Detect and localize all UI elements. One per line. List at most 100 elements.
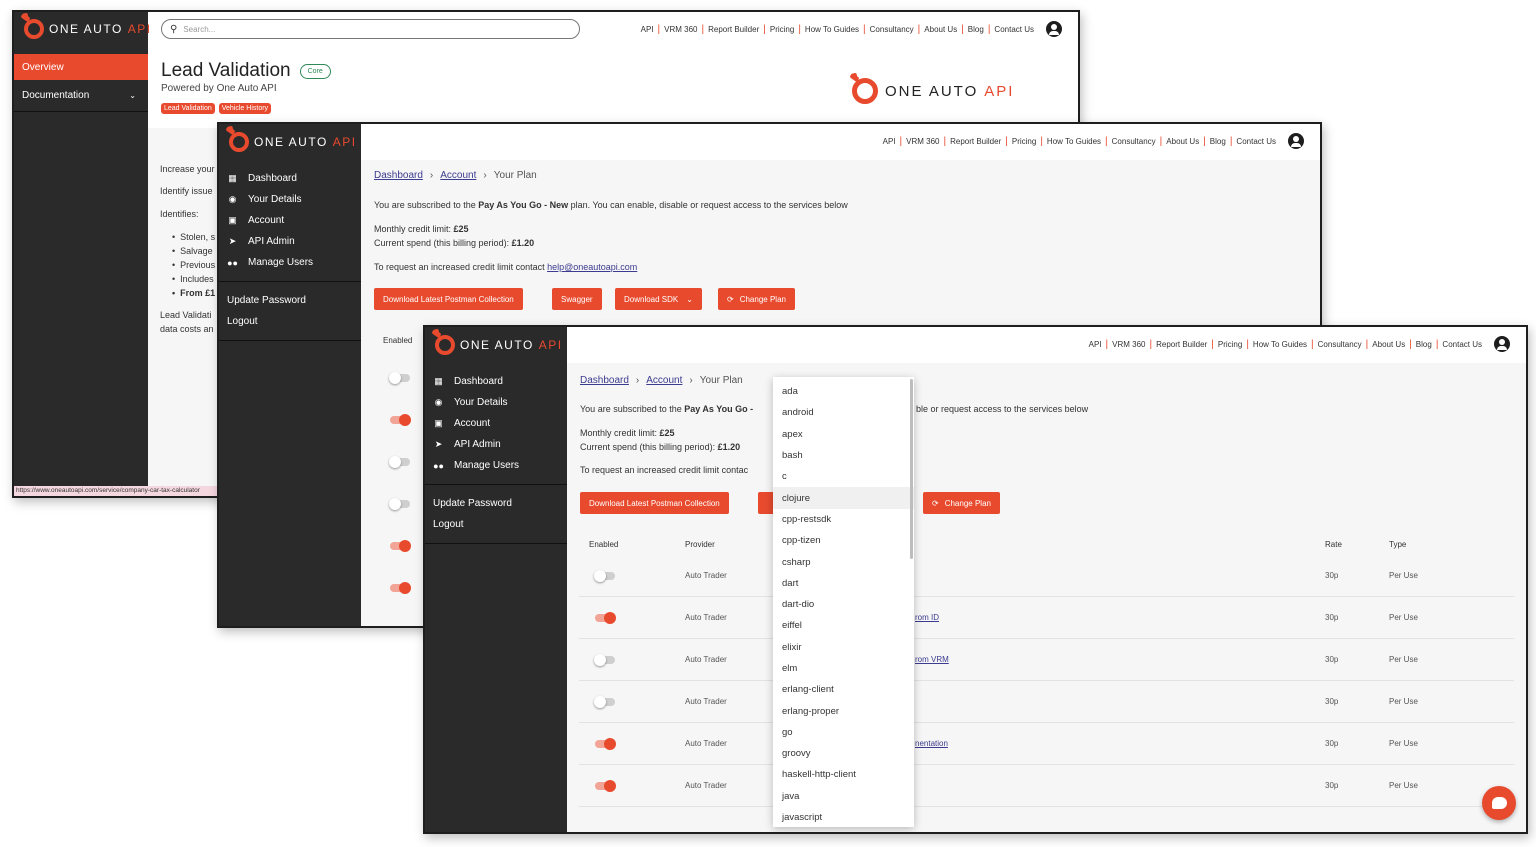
- nav-link-contact-us[interactable]: Contact Us: [1232, 137, 1280, 146]
- sidebar-item-dashboard[interactable]: ▦ Dashboard: [219, 168, 361, 189]
- account-icon[interactable]: [1288, 133, 1304, 149]
- nav-link-how-to-guides[interactable]: How To Guides: [1249, 340, 1311, 349]
- nav-link-api[interactable]: API: [637, 25, 658, 34]
- nav-link-blog[interactable]: Blog: [1206, 137, 1230, 146]
- sdk-option-apex[interactable]: apex: [773, 424, 914, 445]
- sdk-option-haskell-http-client[interactable]: haskell-http-client: [773, 764, 914, 785]
- breadcrumb-account[interactable]: Account: [440, 170, 476, 181]
- download-postman-button[interactable]: Download Latest Postman Collection: [580, 492, 729, 514]
- chat-button[interactable]: [1482, 786, 1516, 820]
- nav-link-report-builder[interactable]: Report Builder: [704, 25, 763, 34]
- nav-link-report-builder[interactable]: Report Builder: [946, 137, 1005, 146]
- nav-link-consultancy[interactable]: Consultancy: [1108, 137, 1160, 146]
- sidebar-item-account[interactable]: ▣ Account: [425, 413, 567, 434]
- nav-link-pricing[interactable]: Pricing: [1214, 340, 1246, 349]
- nav-link-contact-us[interactable]: Contact Us: [990, 25, 1038, 34]
- sidebar-item-logout[interactable]: Logout: [219, 311, 361, 332]
- sidebar-item-api-admin[interactable]: ➤ API Admin: [219, 231, 361, 252]
- nav-link-about-us[interactable]: About Us: [920, 25, 961, 34]
- sidebar-item-your-details[interactable]: ◉ Your Details: [425, 392, 567, 413]
- service-toggle[interactable]: [594, 654, 615, 666]
- sdk-option-cpp-tizen[interactable]: cpp-tizen: [773, 530, 914, 551]
- service-toggle[interactable]: [389, 372, 410, 384]
- sidebar-item-manage-users[interactable]: ●● Manage Users: [219, 252, 361, 273]
- service-toggle[interactable]: [595, 780, 616, 792]
- sidebar-item-your-details[interactable]: ◉ Your Details: [219, 189, 361, 210]
- help-email-link[interactable]: help@oneautoapi.com: [547, 262, 637, 272]
- nav-link-how-to-guides[interactable]: How To Guides: [801, 25, 863, 34]
- sdk-option-go[interactable]: go: [773, 722, 914, 743]
- nav-link-about-us[interactable]: About Us: [1162, 137, 1203, 146]
- breadcrumb-account[interactable]: Account: [646, 375, 682, 386]
- sidebar-item-manage-users[interactable]: ●● Manage Users: [425, 455, 567, 476]
- nav-link-api[interactable]: API: [1085, 340, 1106, 349]
- service-toggle[interactable]: [390, 540, 411, 552]
- change-plan-button[interactable]: ⟳ Change Plan: [718, 288, 795, 310]
- service-toggle[interactable]: [390, 414, 411, 426]
- service-toggle[interactable]: [595, 738, 616, 750]
- service-link[interactable]: rom VRM: [915, 655, 949, 664]
- sdk-option-groovy[interactable]: groovy: [773, 743, 914, 764]
- sidebar-item-account[interactable]: ▣ Account: [219, 210, 361, 231]
- sdk-option-android[interactable]: android: [773, 402, 914, 423]
- sidebar-item-logout[interactable]: Logout: [425, 514, 567, 535]
- account-icon[interactable]: [1046, 21, 1062, 37]
- nav-link-consultancy[interactable]: Consultancy: [866, 25, 918, 34]
- service-link[interactable]: rom ID: [915, 613, 939, 622]
- service-toggle[interactable]: [390, 582, 411, 594]
- service-toggle[interactable]: [594, 696, 615, 708]
- breadcrumb-dashboard[interactable]: Dashboard: [374, 170, 423, 181]
- nav-link-vrm360[interactable]: VRM 360: [902, 137, 943, 146]
- sdk-option-cpp-restsdk[interactable]: cpp-restsdk: [773, 509, 914, 530]
- download-postman-button[interactable]: Download Latest Postman Collection: [374, 288, 523, 310]
- sdk-option-elixir[interactable]: elixir: [773, 637, 914, 658]
- sdk-option-c[interactable]: c: [773, 466, 914, 487]
- sidebar-item-dashboard[interactable]: ▦ Dashboard: [425, 371, 567, 392]
- sidebar-item-update-password[interactable]: Update Password: [219, 290, 361, 311]
- nav-link-blog[interactable]: Blog: [1412, 340, 1436, 349]
- tag-vehicle-history[interactable]: Vehicle History: [218, 103, 272, 114]
- sdk-option-java[interactable]: java: [773, 786, 914, 807]
- search-box[interactable]: ⚲ Search...: [161, 19, 580, 39]
- nav-link-consultancy[interactable]: Consultancy: [1314, 340, 1366, 349]
- service-toggle[interactable]: [389, 498, 410, 510]
- sdk-option-ada[interactable]: ada: [773, 381, 914, 402]
- sidebar-item-update-password[interactable]: Update Password: [425, 493, 567, 514]
- service-link[interactable]: nentation: [915, 739, 948, 748]
- sdk-option-clojure[interactable]: clojure: [773, 487, 914, 509]
- nav-link-api[interactable]: API: [879, 137, 900, 146]
- nav-link-about-us[interactable]: About Us: [1368, 340, 1409, 349]
- sdk-option-dart[interactable]: dart: [773, 573, 914, 594]
- sdk-option-erlang-proper[interactable]: erlang-proper: [773, 700, 914, 721]
- service-toggle[interactable]: [389, 456, 410, 468]
- search-input[interactable]: Search...: [183, 25, 215, 34]
- sdk-language-dropdown[interactable]: ada android apex bash c clojure cpp-restsdk cpp…: [773, 377, 914, 827]
- sidebar-item-api-admin[interactable]: ➤ API Admin: [425, 434, 567, 455]
- sdk-option-javascript[interactable]: javascript: [773, 807, 914, 827]
- breadcrumb-dashboard[interactable]: Dashboard: [580, 375, 629, 386]
- swagger-button[interactable]: Swagger: [552, 288, 602, 310]
- nav-link-vrm360[interactable]: VRM 360: [1108, 340, 1149, 349]
- service-toggle[interactable]: [595, 612, 616, 624]
- tag-lead-validation[interactable]: Lead Validation: [161, 103, 215, 114]
- sdk-option-elm[interactable]: elm: [773, 658, 914, 679]
- download-sdk-button[interactable]: Download SDK ⌄: [615, 288, 702, 310]
- account-icon[interactable]: [1494, 336, 1510, 352]
- sidebar-item-overview[interactable]: Overview: [14, 54, 148, 80]
- nav-link-report-builder[interactable]: Report Builder: [1152, 340, 1211, 349]
- service-toggle[interactable]: [594, 570, 615, 582]
- sdk-option-dart-dio[interactable]: dart-dio: [773, 594, 914, 615]
- nav-link-pricing[interactable]: Pricing: [1008, 137, 1040, 146]
- sdk-option-erlang-client[interactable]: erlang-client: [773, 679, 914, 700]
- sdk-option-bash[interactable]: bash: [773, 445, 914, 466]
- nav-link-pricing[interactable]: Pricing: [766, 25, 798, 34]
- sdk-option-eiffel[interactable]: eiffel: [773, 615, 914, 636]
- nav-link-blog[interactable]: Blog: [964, 25, 988, 34]
- nav-link-vrm360[interactable]: VRM 360: [660, 25, 701, 34]
- nav-link-how-to-guides[interactable]: How To Guides: [1043, 137, 1105, 146]
- dropdown-scrollbar[interactable]: [910, 379, 913, 559]
- sidebar-item-documentation[interactable]: Documentation ⌄: [14, 80, 148, 112]
- change-plan-button[interactable]: ⟳ Change Plan: [923, 492, 1000, 514]
- sdk-option-csharp[interactable]: csharp: [773, 551, 914, 572]
- nav-link-contact-us[interactable]: Contact Us: [1438, 340, 1486, 349]
